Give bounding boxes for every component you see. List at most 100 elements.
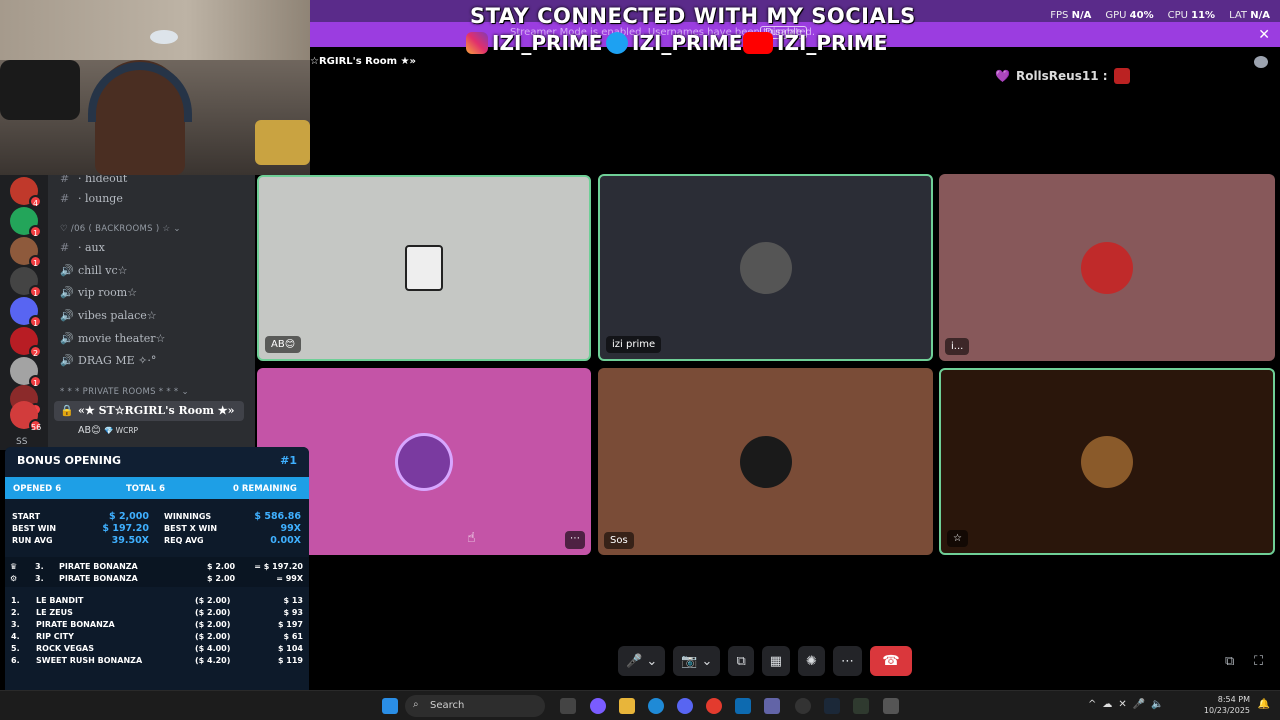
notification-icon[interactable]: 🔔	[1258, 699, 1270, 710]
participant-tile[interactable]: ☆	[939, 368, 1275, 555]
server-icon[interactable]: 1	[10, 237, 42, 268]
headset	[88, 62, 192, 122]
twitter-handle: IZI_PRIME	[606, 31, 742, 55]
microphone	[0, 60, 80, 120]
server-icon[interactable]: 1	[10, 297, 42, 328]
participant-tile[interactable]: i...	[939, 174, 1275, 361]
task-view-icon[interactable]	[560, 698, 576, 714]
voice-member[interactable]: AB😊 💎 WCRP	[78, 425, 138, 436]
mic-icon: 🎤	[626, 653, 643, 669]
active-room-label: 🔒 «★ ST☆RGIRL's Room ★»	[60, 404, 235, 417]
copilot-icon[interactable]	[590, 698, 606, 714]
screen-share-icon: ⧉	[736, 653, 746, 669]
gpu-stat: GPU 40%	[1105, 10, 1154, 21]
more-icon: ⋯	[840, 653, 854, 669]
voice-channel-vip[interactable]: 🔊 vip room☆	[60, 286, 137, 299]
total-count: TOTAL 6	[126, 484, 166, 494]
fullscreen-icon[interactable]: ⛶	[1254, 654, 1263, 669]
banner-title: STAY CONNECTED WITH MY SOCIALS	[470, 4, 916, 28]
twitter-icon	[606, 32, 628, 54]
participant-tile[interactable]: AB😊	[257, 175, 591, 361]
category-backrooms[interactable]: ♡ /06 ( BACKROOMS ) ☆ ⌄	[60, 224, 181, 234]
chat-message: 💜 RollsReus11 :	[995, 68, 1130, 84]
close-icon[interactable]: ✕	[1258, 27, 1270, 43]
windows-taskbar: Search ⌕ ^☁✕🎤🔈 8:54 PM 10/23/2025 🔔	[0, 690, 1280, 720]
ceiling-lamp	[150, 30, 178, 44]
participant-tile[interactable]: izi prime	[598, 174, 933, 361]
participant-name: i...	[945, 338, 970, 355]
popout-icon[interactable]: ⧉	[1225, 654, 1234, 669]
avatar	[405, 245, 443, 291]
disconnect-button[interactable]: ☎	[869, 646, 912, 676]
server-icon[interactable]: 56	[10, 401, 42, 432]
instagram-icon	[466, 32, 488, 54]
participant-name: Sos	[604, 532, 634, 549]
participant-name: AB😊	[265, 336, 302, 353]
participant-name: ☆	[947, 530, 968, 547]
server-label: SS	[16, 437, 28, 447]
voice-channel-movie[interactable]: 🔊 movie theater☆	[60, 332, 165, 345]
soundboard-button[interactable]: ✺	[798, 646, 825, 676]
bonus-number: #1	[280, 454, 297, 467]
windows-start-icon[interactable]	[382, 698, 398, 714]
call-controls: 🎤 ⌄ 📷 ⌄ ⧉ ▦ ✺ ⋯ ☎	[618, 646, 912, 676]
call-title: ☆RGIRL's Room ★»	[310, 56, 416, 67]
video-off-icon: 📷	[681, 653, 698, 669]
multiplier-icon: ⚙	[10, 574, 18, 583]
obs-icon[interactable]	[795, 698, 811, 714]
avatar	[398, 435, 450, 488]
webcam-overlay	[0, 0, 310, 175]
server-icon[interactable]: 4	[10, 177, 42, 208]
voice-channel-vibes[interactable]: 🔊 vibes palace☆	[60, 309, 157, 322]
voice-channel-chill[interactable]: 🔊 chill vc☆	[60, 264, 128, 277]
remaining-count: 0 REMAINING	[233, 484, 297, 494]
server-icon[interactable]: 1	[10, 267, 42, 298]
avatar	[1081, 435, 1133, 488]
system-tray[interactable]: ^☁✕🎤🔈	[1088, 699, 1170, 710]
lock-icon: 🔒	[60, 404, 74, 417]
server-rail: 4 1 1 1 1 2 1 1 56 SS	[0, 175, 48, 450]
participant-tile[interactable]: Sos	[598, 368, 933, 555]
server-icon[interactable]: 2	[10, 327, 42, 358]
channel-hideout[interactable]: # · hideout	[60, 175, 127, 185]
channel-aux[interactable]: # · aux	[60, 241, 105, 254]
more-button[interactable]: ⋯	[832, 646, 862, 676]
taskbar-search[interactable]: Search	[405, 695, 545, 717]
voice-channel-drag[interactable]: 🔊 DRAG ME ✧·°	[60, 354, 156, 367]
server-icon[interactable]: 1	[10, 207, 42, 238]
cpu-stat: CPU 11%	[1167, 10, 1216, 21]
camera-button[interactable]: 📷 ⌄	[673, 646, 721, 676]
store-icon[interactable]	[735, 698, 751, 714]
instagram-handle: IZI_PRIME	[466, 31, 602, 55]
participant-name: izi prime	[606, 336, 662, 353]
clock[interactable]: 8:54 PM 10/23/2025	[1204, 694, 1250, 716]
soundboard-icon: ✺	[806, 653, 817, 669]
bonus-opening-overlay: BONUS OPENING #1 OPENED 6 TOTAL 6 0 REMA…	[5, 447, 309, 715]
screen-share-button[interactable]: ⧉	[728, 646, 754, 676]
channel-list: # · hideout # · lounge ♡ /06 ( BACKROOMS )…	[48, 175, 255, 450]
hangup-icon: ☎	[882, 653, 900, 669]
avatar	[1081, 241, 1133, 294]
channel-lounge[interactable]: # · lounge	[60, 192, 123, 205]
fps-stat: FPS N/A	[1050, 10, 1092, 21]
activities-button[interactable]: ▦	[761, 646, 791, 676]
mute-button[interactable]: 🎤 ⌄	[618, 646, 666, 676]
bonus-title: BONUS OPENING	[17, 454, 122, 467]
activity-icon: ▦	[769, 653, 783, 669]
youtube-handle: IZI_PRIME	[743, 31, 887, 55]
avatar	[739, 435, 792, 488]
chat-icon[interactable]	[1254, 56, 1268, 68]
category-private-rooms[interactable]: * * * PRIVATE ROOMS * * * ⌄	[60, 387, 189, 397]
settings-icon[interactable]	[883, 698, 899, 714]
screen: Streamer Mode is enabled. Usernames have…	[0, 0, 1280, 720]
edge-icon[interactable]	[648, 698, 664, 714]
chrome-icon[interactable]	[706, 698, 722, 714]
steam-icon[interactable]	[824, 698, 840, 714]
teams-icon[interactable]	[764, 698, 780, 714]
server-icon[interactable]: 1	[10, 357, 42, 388]
emoji-icon	[1113, 68, 1130, 84]
file-explorer-icon[interactable]	[619, 698, 635, 714]
discord-icon[interactable]	[677, 698, 693, 714]
more-options-button[interactable]: ⋯	[565, 531, 585, 549]
terminal-icon[interactable]	[853, 698, 869, 714]
